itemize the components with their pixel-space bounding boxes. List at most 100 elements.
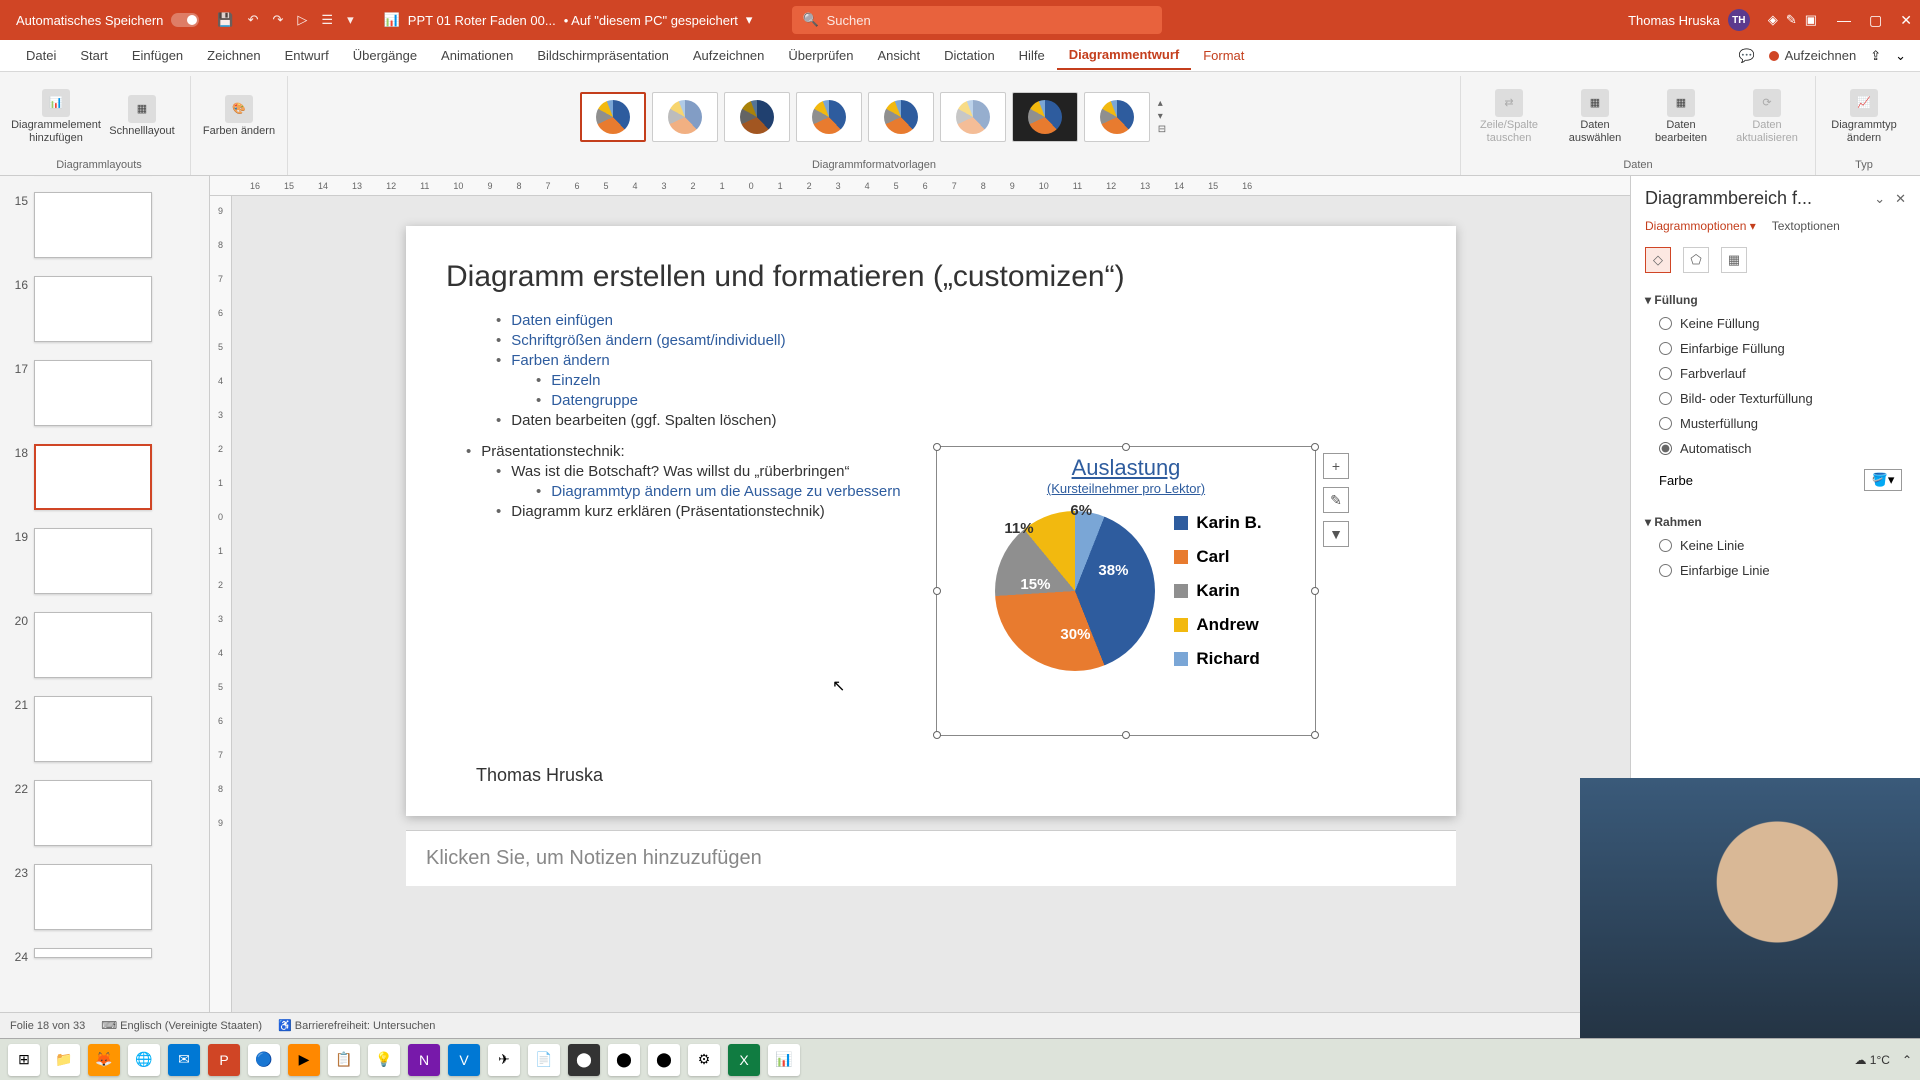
section-fill-header[interactable]: ▾ Füllung [1645,289,1906,311]
bullet[interactable]: Daten einfügen [511,312,613,329]
radio-auto-fill[interactable]: Automatisch [1645,436,1906,461]
slide-thumb-17[interactable] [34,360,152,426]
format-tab-text-options[interactable]: Textoptionen [1772,219,1840,233]
outlook-icon[interactable]: ✉ [168,1044,200,1076]
bullet[interactable]: Was ist die Botschaft? Was willst du „rü… [511,463,849,480]
app-icon[interactable]: 📄 [528,1044,560,1076]
horizontal-ruler[interactable]: 1615141312111098765432101234567891011121… [210,176,1630,196]
bullet[interactable]: Schriftgrößen ändern (gesamt/individuell… [511,332,785,349]
chevron-down-icon[interactable]: ▾ [746,12,753,28]
document-title-area[interactable]: 📊 PPT 01 Roter Faden 00... • Auf "diesem… [384,12,753,28]
start-from-beginning-icon[interactable]: ▷ [297,12,307,28]
slide-thumb-24[interactable] [34,948,152,958]
resize-handle[interactable] [1122,731,1130,739]
chart-subtitle[interactable]: (Kursteilnehmer pro Lektor) [937,481,1315,496]
chart-style-3[interactable] [724,92,790,142]
bullet[interactable]: Farben ändern [511,352,609,369]
avatar[interactable]: TH [1728,9,1750,31]
notes-placeholder[interactable]: Klicken Sie, um Notizen hinzuzufügen [406,830,1456,886]
record-button[interactable]: Aufzeichnen [1769,48,1857,63]
chart-style-1[interactable] [580,92,646,142]
chart-style-4[interactable] [796,92,862,142]
redo-icon[interactable]: ↷ [273,12,284,28]
slide-thumb-21[interactable] [34,696,152,762]
file-explorer-icon[interactable]: 📁 [48,1044,80,1076]
resize-handle[interactable] [933,587,941,595]
app-icon[interactable]: 🔵 [248,1044,280,1076]
slide-thumb-16[interactable] [34,276,152,342]
comments-icon[interactable]: 💬 [1738,48,1754,64]
resize-handle[interactable] [1311,731,1319,739]
tab-ueberpruefen[interactable]: Überprüfen [776,42,865,69]
system-tray[interactable]: ☁ 1°C ⌃ [1854,1053,1912,1067]
settings-icon[interactable]: ⚙ [688,1044,720,1076]
pen-icon[interactable]: ✎ [1786,12,1797,28]
resize-handle[interactable] [1311,587,1319,595]
telegram-icon[interactable]: ✈ [488,1044,520,1076]
slide-counter[interactable]: Folie 18 von 33 [10,1020,85,1032]
app-icon[interactable]: 📋 [328,1044,360,1076]
pane-close-icon[interactable]: ✕ [1895,191,1906,207]
slide-thumb-20[interactable] [34,612,152,678]
btn-change-colors[interactable]: 🎨Farben ändern [199,95,279,137]
powerpoint-icon[interactable]: P [208,1044,240,1076]
slide-title[interactable]: Diagramm erstellen und formatieren („cus… [446,260,1416,294]
tab-uebergaenge[interactable]: Übergänge [341,42,429,69]
styles-gallery-more[interactable]: ▴▾⊟ [1156,96,1168,137]
bullet[interactable]: Diagrammtyp ändern um die Aussage zu ver… [551,483,900,500]
section-border-header[interactable]: ▾ Rahmen [1645,511,1906,533]
chart-style-5[interactable] [868,92,934,142]
slide-thumbnails-panel[interactable]: 15 16 17 18 19 20 21 22 23 24 [0,176,210,1012]
app-icon[interactable]: ⬤ [648,1044,680,1076]
slide-thumb-22[interactable] [34,780,152,846]
slide[interactable]: Diagramm erstellen und formatieren („cus… [406,226,1456,816]
tab-format[interactable]: Format [1191,42,1256,69]
app-icon[interactable]: ⬤ [608,1044,640,1076]
tray-expand-icon[interactable]: ⌃ [1902,1053,1912,1067]
btn-edit-data[interactable]: ▦Daten bearbeiten [1641,89,1721,143]
tab-aufzeichnen[interactable]: Aufzeichnen [681,42,777,69]
app-icon[interactable]: 💡 [368,1044,400,1076]
app-icon[interactable]: V [448,1044,480,1076]
resize-handle[interactable] [1311,443,1319,451]
btn-change-chart-type[interactable]: 📈Diagrammtyp ändern [1824,89,1904,143]
chart-style-2[interactable] [652,92,718,142]
maximize-icon[interactable]: ▢ [1869,12,1882,29]
btn-select-data[interactable]: ▦Daten auswählen [1555,89,1635,143]
radio-solid-line[interactable]: Einfarbige Linie [1645,558,1906,583]
radio-picture-fill[interactable]: Bild- oder Texturfüllung [1645,386,1906,411]
radio-no-line[interactable]: Keine Linie [1645,533,1906,558]
start-button[interactable]: ⊞ [8,1044,40,1076]
minimize-icon[interactable]: — [1837,12,1851,29]
size-tab-icon[interactable]: ▦ [1721,247,1747,273]
slide-author[interactable]: Thomas Hruska [476,765,603,786]
undo-icon[interactable]: ↶ [248,12,259,28]
btn-quick-layout[interactable]: ▦Schnelllayout [102,95,182,137]
chart-style-8[interactable] [1084,92,1150,142]
bullet[interactable]: Daten bearbeiten (ggf. Spalten löschen) [511,412,776,429]
radio-pattern-fill[interactable]: Musterfüllung [1645,411,1906,436]
bullet[interactable]: Präsentationstechnik: [481,443,624,460]
tab-einfuegen[interactable]: Einfügen [120,42,195,69]
chart-style-6[interactable] [940,92,1006,142]
slide-canvas[interactable]: Diagramm erstellen und formatieren („cus… [232,196,1630,1012]
slide-thumb-15[interactable] [34,192,152,258]
tab-zeichnen[interactable]: Zeichnen [195,42,272,69]
color-picker-button[interactable]: 🪣▾ [1864,469,1902,491]
radio-no-fill[interactable]: Keine Füllung [1645,311,1906,336]
bullet[interactable]: Einzeln [551,372,600,389]
weather-widget[interactable]: ☁ 1°C [1854,1053,1889,1067]
tab-animationen[interactable]: Animationen [429,42,525,69]
vlc-icon[interactable]: ▶ [288,1044,320,1076]
pane-dropdown-icon[interactable]: ⌄ [1874,191,1885,207]
chart-filter-button[interactable]: ▼ [1323,521,1349,547]
fill-line-tab-icon[interactable]: ◇ [1645,247,1671,273]
resize-handle[interactable] [933,731,941,739]
chart-title[interactable]: Auslastung [937,455,1315,481]
diamond-icon[interactable]: ◈ [1768,12,1778,28]
firefox-icon[interactable]: 🦊 [88,1044,120,1076]
tab-datei[interactable]: Datei [14,42,68,69]
collapse-ribbon-icon[interactable]: ⌄ [1895,48,1906,64]
tab-bildschirmpraesentation[interactable]: Bildschirmpräsentation [525,42,681,69]
resize-handle[interactable] [933,443,941,451]
